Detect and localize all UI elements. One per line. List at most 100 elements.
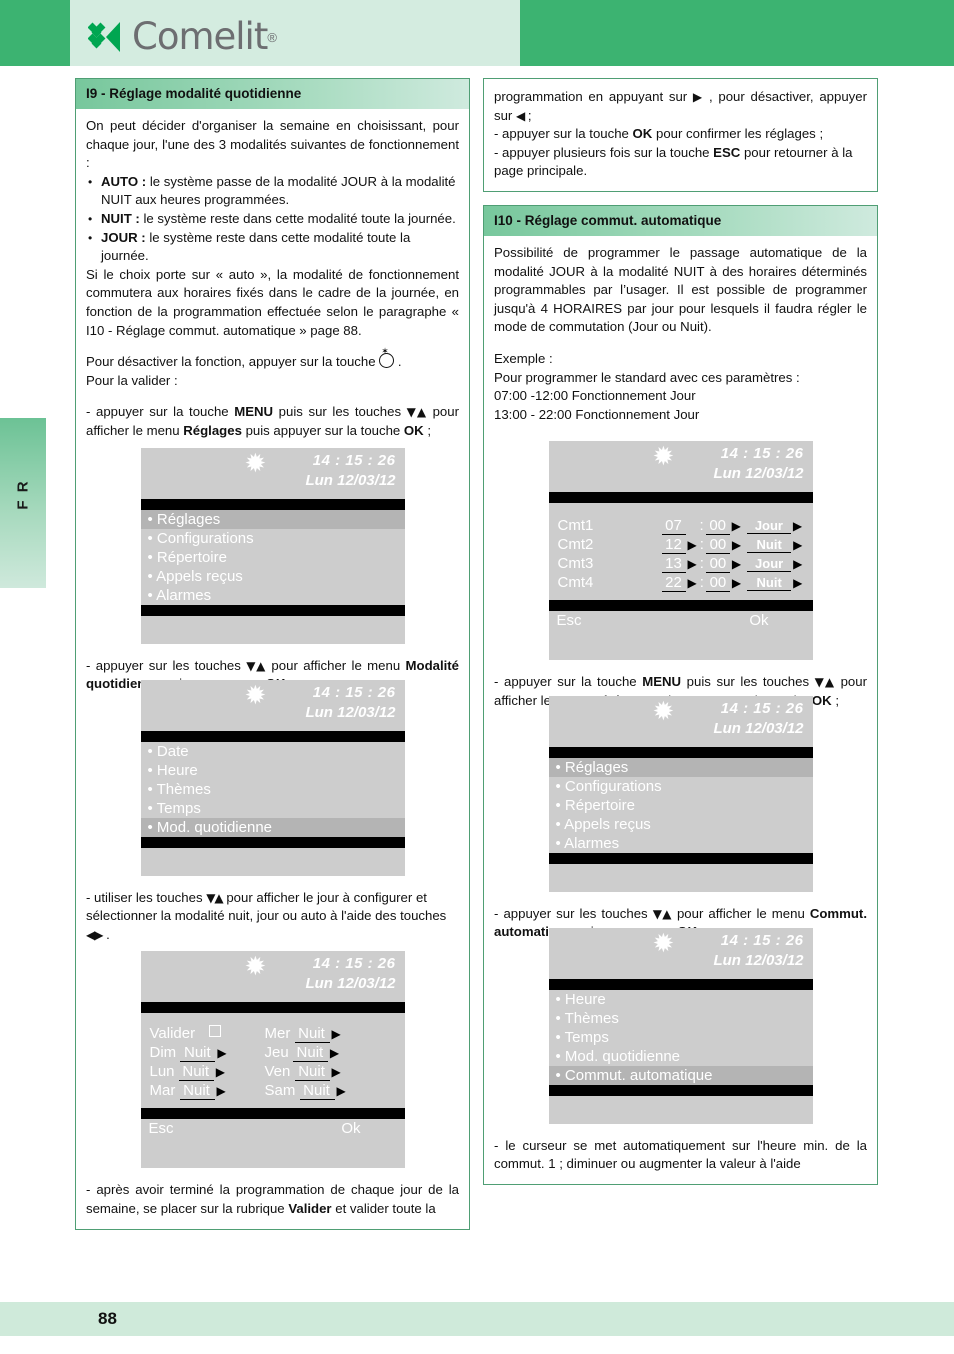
right-arrow-icon[interactable]: ▶ <box>686 557 697 571</box>
right-arrow-icon[interactable]: ▶ <box>686 576 697 590</box>
esc-softkey[interactable]: Esc <box>557 612 582 629</box>
right-arrow-icon[interactable]: ▶ <box>214 1065 225 1079</box>
menu-item[interactable]: • Heure <box>141 761 405 780</box>
day-row-ven[interactable]: Ven Nuit ▶ <box>265 1063 405 1082</box>
menu-item[interactable]: • Mod. quotidienne <box>549 1047 813 1066</box>
cmt-row-1[interactable]: Cmt1 07:00 ▶ Jour ▶ <box>549 516 813 535</box>
i10-intro: Possibilité de programmer le passage aut… <box>494 244 867 335</box>
menu-item[interactable]: • Heure <box>549 990 813 1009</box>
deactivate-post: . <box>394 354 402 370</box>
step3-a: - utiliser les touches <box>86 889 207 905</box>
day-mode-value[interactable]: Nuit <box>292 1044 328 1063</box>
right-arrow-icon[interactable]: ▶ <box>730 519 741 533</box>
menu-item[interactable]: • Temps <box>549 1028 813 1047</box>
day-row-lun[interactable]: Lun Nuit ▶ <box>141 1063 265 1082</box>
cmt-row-4[interactable]: Cmt4 22 ▶:00 ▶ Nuit ▶ <box>549 573 813 592</box>
right-arrow-icon[interactable]: ▶ <box>791 538 802 552</box>
screen-action-bar: Esc Ok <box>140 1119 405 1143</box>
day-label: Mer <box>264 1025 291 1043</box>
cmt-row-2[interactable]: Cmt2 12 ▶:00 ▶ Nuit ▶ <box>549 535 813 554</box>
right-arrow-icon[interactable]: ▶ <box>730 557 741 571</box>
day-mode-value[interactable]: Nuit <box>294 1063 330 1082</box>
menu-item[interactable]: • Alarmes <box>549 834 813 853</box>
right-arrow-icon[interactable]: ▶ <box>330 1027 341 1041</box>
menu-item[interactable]: • Réglages <box>140 509 405 529</box>
day-mode-value[interactable]: Nuit <box>180 1044 216 1063</box>
menu-item[interactable]: • Configurations <box>141 529 405 548</box>
menu-item[interactable]: • Mod. quotidienne <box>140 817 405 837</box>
cmt-minute-value[interactable]: 00 <box>705 517 730 535</box>
cmt-minute-value[interactable]: 00 <box>705 574 730 592</box>
cmt-row-3[interactable]: Cmt3 13 ▶:00 ▶ Jour ▶ <box>549 554 813 573</box>
i10-example-l2: 07:00 -12:00 Fonctionnement Jour <box>494 388 696 404</box>
cmt-mode-value[interactable]: Nuit <box>747 537 792 553</box>
menu-item[interactable]: • Répertoire <box>141 548 405 567</box>
menu-item[interactable]: • Réglages <box>548 757 813 777</box>
cmt-hour-value[interactable]: 07 <box>661 517 686 535</box>
esc-softkey[interactable]: Esc <box>149 1120 174 1137</box>
screen-divider-bottom <box>140 836 405 848</box>
ok-softkey[interactable]: Ok <box>341 1120 360 1137</box>
i9-intro: On peut décider d'organiser la semaine e… <box>86 118 459 171</box>
right-arrow-icon[interactable]: ▶ <box>335 1084 346 1098</box>
right-arrow-icon[interactable]: ▶ <box>330 1065 341 1079</box>
cmt-hour-value[interactable]: 12 <box>661 536 686 554</box>
cmt-hour-value[interactable]: 13 <box>661 555 686 573</box>
menu-key-label: MENU <box>642 674 682 690</box>
ok-key-label: OK <box>632 126 653 142</box>
cmt-label: Cmt4 <box>557 574 594 592</box>
menu-item[interactable]: • Alarmes <box>141 586 405 605</box>
right-arrow-icon[interactable]: ▶ <box>215 1046 226 1060</box>
screen-menu-list: • Heure • Thèmes • Temps • Mod. quotidie… <box>548 989 813 1085</box>
step3-c: . <box>102 926 110 942</box>
cmt-minute-value[interactable]: 00 <box>705 555 730 573</box>
section-body-i10: Possibilité de programmer le passage aut… <box>483 235 878 1185</box>
r-step1-e: ; <box>831 692 840 708</box>
cmt-mode-value[interactable]: Jour <box>747 556 792 572</box>
menu-item[interactable]: • Appels reçus <box>549 815 813 834</box>
ok-softkey[interactable]: Ok <box>749 612 768 629</box>
cmt-mode-value[interactable]: Nuit <box>747 575 792 591</box>
screen-footer-blank <box>548 1095 813 1124</box>
right-arrow-icon[interactable]: ▶ <box>791 557 802 571</box>
right-arrow-icon[interactable]: ▶ <box>215 1084 226 1098</box>
right-arrow-icon[interactable]: ▶ <box>686 538 697 552</box>
r-l1-a: programmation en appuyant sur <box>494 89 693 104</box>
day-row-sam[interactable]: Sam Nuit ▶ <box>265 1082 405 1101</box>
menu-item[interactable]: • Thèmes <box>549 1009 813 1028</box>
menu-item[interactable]: • Temps <box>141 799 405 818</box>
right-arrow-icon[interactable]: ▶ <box>328 1046 339 1060</box>
menu-item[interactable]: • Appels reçus <box>141 567 405 586</box>
day-row-jeu[interactable]: Jeu Nuit ▶ <box>265 1044 405 1063</box>
day-row-dim[interactable]: Dim Nuit ▶ <box>141 1044 265 1063</box>
cmt-minute-value[interactable]: 00 <box>705 536 730 554</box>
screen-time: 14 : 15 : 26 <box>312 955 396 973</box>
day-row-mar[interactable]: Mar Nuit ▶ <box>141 1082 265 1101</box>
menu-item[interactable]: • Thèmes <box>141 780 405 799</box>
day-mode-value[interactable]: Nuit <box>299 1082 335 1101</box>
day-mode-value[interactable]: Nuit <box>179 1082 215 1101</box>
menu-item[interactable]: • Répertoire <box>549 796 813 815</box>
right-arrow-icon[interactable]: ▶ <box>791 519 802 533</box>
left-arrow-icon: ◀ <box>515 108 525 123</box>
menu-item[interactable]: • Date <box>141 742 405 761</box>
right-arrow-icon[interactable]: ▶ <box>791 576 802 590</box>
right-arrow-icon[interactable]: ▶ <box>730 538 741 552</box>
menu-item[interactable]: • Commut. automatique <box>548 1065 813 1085</box>
sparkle-icon: ✹ <box>652 442 675 473</box>
cmt-hour-value[interactable]: 22 <box>661 574 686 592</box>
right-arrow-icon[interactable]: ▶ <box>730 576 741 590</box>
day-mode-value[interactable]: Nuit <box>294 1025 330 1044</box>
step2-b: pour afficher le menu <box>266 657 406 673</box>
validate-row[interactable]: Valider <box>141 1025 265 1043</box>
validate-checkbox[interactable] <box>209 1025 222 1038</box>
day-row-mer[interactable]: Mer Nuit ▶ <box>264 1025 405 1044</box>
day-mode-value[interactable]: Nuit <box>178 1063 214 1082</box>
bullet-lead: JOUR : <box>101 229 146 245</box>
r-l3-a: - appuyer plusieurs fois sur la touche <box>494 144 714 160</box>
screen-status-header: ✹ 14 : 15 : 26 Lun 12/03/12 <box>140 951 405 1003</box>
list-item: JOUR : le système reste dans cette modal… <box>86 229 459 266</box>
menu-item[interactable]: • Configurations <box>549 777 813 796</box>
day-mode-grid: Valider Mer Nuit ▶ Dim Nuit ▶ Jeu Nuit ▶ Lu… <box>140 1013 405 1109</box>
cmt-mode-value[interactable]: Jour <box>746 518 791 534</box>
